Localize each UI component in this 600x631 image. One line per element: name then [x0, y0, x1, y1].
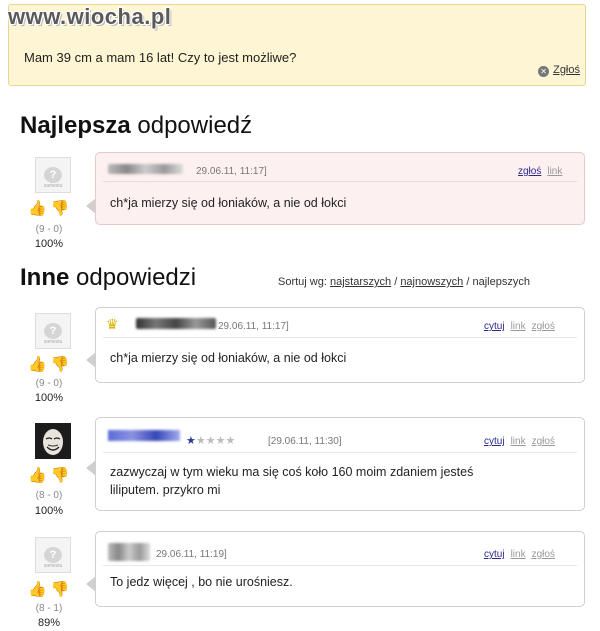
crown-icon: ♛	[106, 316, 119, 332]
permalink[interactable]: link	[547, 166, 562, 177]
other-answers-heading: Inne odpowiedzi	[20, 264, 196, 292]
answer-text: To jedz więcej , bo nie urośniesz.	[110, 575, 293, 589]
answer-text-line-1: zazwyczaj w tym wieku ma się coś koło 16…	[110, 465, 474, 479]
thumb-up-icon[interactable]: 👍	[28, 581, 47, 598]
avatar[interactable]: ? samesiu	[35, 157, 71, 193]
thumb-down-icon[interactable]: 👎	[51, 467, 70, 484]
answer-date: 29.06.11, 11:19]	[156, 549, 227, 560]
card-divider	[103, 452, 577, 453]
vote-percent: 100%	[34, 238, 64, 250]
other-answers-heading-rest: odpowiedzi	[69, 264, 197, 291]
thumb-down-icon[interactable]: 👎	[51, 356, 70, 373]
best-answer-card	[95, 152, 585, 225]
vote-buttons: 👍 👎	[28, 199, 73, 217]
report-question-link[interactable]: ✕ Zgłoś	[538, 64, 580, 77]
author-name-blurred	[136, 318, 216, 329]
answer-date: [29.06.11, 11:30]	[268, 436, 342, 447]
best-answer-heading-rest: odpowiedź	[130, 112, 253, 139]
author-name-blurred	[108, 543, 150, 561]
answer-links: cytuj link zgłoś	[484, 549, 561, 560]
answer-text: ch*ja mierzy się od łoniaków, a nie od ł…	[110, 196, 347, 210]
avatar[interactable]: ? samesiu	[35, 313, 71, 349]
answer-links: cytuj link zgłoś	[484, 321, 561, 332]
anonymous-mask-icon	[35, 423, 71, 459]
answer-card	[95, 531, 585, 607]
answer-text: ch*ja mierzy się od łoniaków, a nie od ł…	[110, 351, 347, 365]
avatar-placeholder-icon: ?	[44, 323, 62, 339]
thumb-up-icon[interactable]: 👍	[28, 467, 47, 484]
author-name-blurred	[108, 430, 180, 441]
sort-label: Sortuj wg:	[278, 276, 327, 288]
close-icon: ✕	[538, 66, 550, 77]
sort-separator: /	[394, 276, 398, 288]
sort-separator: /	[466, 276, 470, 288]
answer-links: zgłoś link	[518, 166, 568, 177]
permalink[interactable]: link	[511, 321, 526, 332]
report-answer-link[interactable]: zgłoś	[532, 549, 555, 560]
avatar-caption: samesiu	[43, 183, 63, 189]
vote-score: (8 - 0)	[35, 490, 63, 501]
sort-best-current: najlepszych	[472, 276, 530, 288]
quote-link[interactable]: cytuj	[484, 321, 505, 332]
quote-link[interactable]: cytuj	[484, 436, 505, 447]
avatar[interactable]	[35, 423, 71, 459]
card-divider	[103, 565, 577, 566]
question-text: Mam 39 cm a mam 16 lat! Czy to jest możl…	[24, 50, 297, 65]
report-label: Zgłoś	[553, 64, 580, 76]
vote-score: (9 - 0)	[35, 224, 63, 235]
answer-date: 29.06.11, 11:17]	[196, 166, 267, 177]
vote-percent: 100%	[34, 392, 64, 404]
avatar[interactable]: ? samesiu	[35, 537, 71, 573]
sort-options: Sortuj wg: najstarszych / najnowszych / …	[278, 276, 530, 288]
answer-text-line-2: liliputem. przykro mi	[110, 483, 221, 497]
report-answer-link[interactable]: zgłoś	[532, 321, 555, 332]
sort-oldest-link[interactable]: najstarszych	[330, 276, 391, 288]
vote-score: (8 - 1)	[35, 603, 63, 614]
permalink[interactable]: link	[511, 436, 526, 447]
best-answer-heading-bold: Najlepsza	[20, 112, 131, 139]
vote-percent: 100%	[34, 505, 64, 517]
rating-stars: ★★★★★	[186, 435, 236, 447]
site-logo: www.wiocha.pl	[8, 4, 172, 29]
author-name-blurred	[108, 164, 183, 174]
avatar-placeholder-icon: ?	[44, 167, 62, 183]
vote-score: (9 - 0)	[35, 378, 63, 389]
sort-newest-link[interactable]: najnowszych	[400, 276, 463, 288]
card-divider	[103, 337, 577, 338]
answer-links: cytuj link zgłoś	[484, 436, 561, 447]
answer-date: 29.06.11, 11:17]	[218, 321, 289, 332]
report-answer-link[interactable]: zgłoś	[518, 166, 541, 177]
report-answer-link[interactable]: zgłoś	[532, 436, 555, 447]
other-answers-heading-bold: Inne	[20, 264, 70, 291]
permalink[interactable]: link	[511, 549, 526, 560]
vote-buttons: 👍 👎	[28, 580, 73, 598]
avatar-caption: samesiu	[43, 339, 63, 345]
thumb-down-icon[interactable]: 👎	[51, 581, 70, 598]
best-answer-heading: Najlepsza odpowiedź	[20, 112, 252, 140]
card-divider	[103, 181, 577, 182]
vote-percent: 89%	[37, 617, 61, 629]
quote-link[interactable]: cytuj	[484, 549, 505, 560]
thumb-up-icon[interactable]: 👍	[28, 356, 47, 373]
thumb-up-icon[interactable]: 👍	[28, 200, 47, 217]
thumb-down-icon[interactable]: 👎	[51, 200, 70, 217]
vote-buttons: 👍 👎	[28, 466, 73, 484]
avatar-placeholder-icon: ?	[44, 547, 62, 563]
avatar-caption: samesiu	[43, 563, 63, 569]
vote-buttons: 👍 👎	[28, 355, 73, 373]
